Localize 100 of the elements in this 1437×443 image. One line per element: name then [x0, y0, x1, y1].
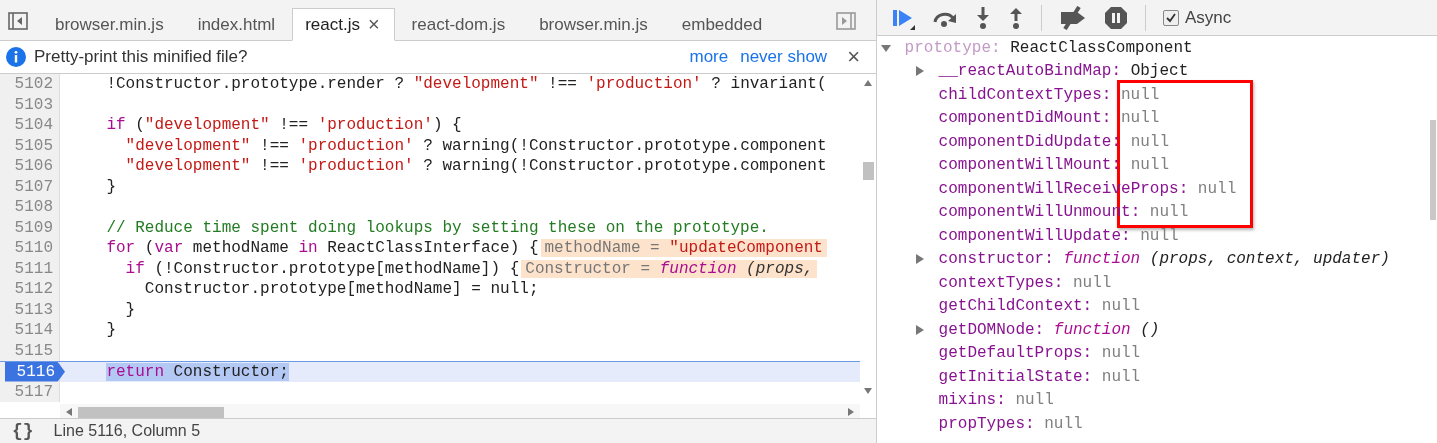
code-text: (!Constructor.prototype[methodName]) {	[153, 259, 520, 278]
property-name: componentWillUpdate:	[938, 226, 1131, 245]
property-value: null	[1121, 109, 1160, 128]
code-text: ReactClassInterface) {	[326, 239, 539, 258]
line-number: 5103	[14, 95, 54, 114]
code-text: Constructor;	[164, 362, 289, 381]
close-icon[interactable]: ×	[847, 44, 860, 70]
info-message: Pretty-print this minified file?	[34, 47, 248, 67]
scroll-down-icon[interactable]	[864, 388, 872, 394]
line-number: 5113	[14, 300, 54, 319]
string-literal: 'production'	[317, 116, 433, 135]
property-value: null	[1149, 203, 1189, 222]
string-literal: 'production'	[586, 75, 702, 94]
code-text: ? warning(!Constructor.prototype.component	[422, 157, 827, 176]
line-number: 5108	[14, 198, 54, 217]
navigator-toggle-icon[interactable]	[8, 11, 28, 31]
checkmark-icon	[1165, 11, 1177, 24]
property-value: null	[1197, 179, 1237, 198]
code-text: }	[124, 300, 136, 319]
line-number: 5116	[4, 362, 65, 382]
property-value: function	[1053, 320, 1131, 339]
code-text: ? invariant(	[710, 75, 827, 94]
string-literal: "development"	[124, 136, 251, 155]
scroll-thumb[interactable]	[78, 406, 224, 418]
line-number: 5107	[14, 177, 54, 196]
property-value: null	[1121, 85, 1160, 104]
property-value: null	[1101, 344, 1141, 363]
step-into-icon[interactable]	[975, 5, 991, 30]
file-tab[interactable]: browser.min.js	[522, 8, 665, 41]
async-checkbox[interactable]: Async	[1163, 7, 1232, 28]
property-name: getInitialState:	[938, 367, 1093, 386]
line-number: 5115	[14, 341, 54, 360]
code-text: (	[143, 239, 155, 258]
scroll-right-icon[interactable]	[848, 408, 854, 416]
function-signature: ()	[1140, 320, 1160, 339]
sidebar-toggle-icon[interactable]	[836, 11, 856, 31]
code-text: }	[105, 177, 116, 196]
keyword: if	[105, 116, 126, 135]
scroll-thumb[interactable]	[862, 162, 874, 180]
string-literal: "development"	[413, 75, 539, 94]
property-value: null	[1130, 156, 1170, 175]
line-number: 5105	[14, 136, 54, 155]
file-tab[interactable]: react-dom.js	[394, 8, 523, 41]
line-number: 5102	[14, 75, 54, 94]
pause-icon[interactable]	[1104, 5, 1128, 30]
line-number: 5106	[14, 157, 54, 176]
keyword: in	[298, 239, 318, 258]
function-signature: (props, context, updater)	[1149, 250, 1390, 269]
expand-arrow-icon[interactable]	[881, 42, 891, 53]
deactivate-breakpoints-icon[interactable]	[1059, 5, 1087, 30]
string-literal: "development"	[124, 157, 251, 176]
file-tab[interactable]: react.js ×	[292, 8, 395, 41]
expand-arrow-icon[interactable]	[915, 66, 925, 77]
scroll-up-icon[interactable]	[864, 80, 872, 86]
line-number: 5112	[14, 280, 54, 299]
inline-value: methodName = "updateComponent	[540, 239, 827, 258]
line-number: 5117	[14, 382, 54, 401]
step-out-icon[interactable]	[1008, 5, 1024, 30]
file-tab[interactable]: index.html	[180, 8, 293, 41]
property-value: null	[1015, 391, 1054, 410]
property-name: constructor:	[938, 250, 1054, 269]
close-icon[interactable]: ×	[367, 13, 380, 36]
scroll-left-icon[interactable]	[66, 408, 72, 416]
property-value: null	[1073, 273, 1112, 292]
property-name: mixins:	[938, 391, 1006, 410]
keyword: if	[124, 259, 145, 278]
info-link[interactable]: never show	[740, 47, 828, 67]
code-text: Constructor.prototype[methodName] = null;	[143, 280, 539, 299]
pretty-print-button[interactable]: {}	[12, 421, 34, 441]
code-text: !==	[278, 116, 310, 135]
property-name: componentDidMount:	[938, 109, 1112, 128]
expand-arrow-icon[interactable]	[915, 254, 925, 265]
info-icon	[6, 47, 26, 67]
expand-arrow-icon[interactable]	[915, 324, 925, 335]
property-name: propTypes:	[938, 414, 1035, 433]
property-value: function	[1063, 250, 1141, 269]
string-literal: 'production'	[298, 157, 414, 176]
scrollbar[interactable]	[60, 404, 860, 418]
property-value: Object	[1130, 62, 1189, 81]
code-text: methodName	[191, 239, 290, 258]
code-text: ? warning(!Constructor.prototype.component	[422, 136, 827, 155]
code-text: !==	[259, 157, 290, 176]
property-name: getDOMNode:	[938, 320, 1045, 339]
property-name: __reactAutoBindMap:	[938, 62, 1122, 81]
keyword: var	[154, 239, 184, 258]
keyword: for	[105, 239, 136, 258]
code-comment: // Reduce time spent doing lookups by setting these on the prototype.	[105, 218, 769, 237]
scrollbar[interactable]	[1430, 120, 1436, 220]
inline-value: Constructor = function (props,	[521, 259, 818, 278]
line-number: 5111	[14, 259, 54, 278]
property-name: getDefaultProps:	[938, 344, 1093, 363]
cursor-position: Line 5116, Column 5	[53, 422, 201, 440]
string-literal: 'production'	[298, 136, 414, 155]
property-value: null	[1044, 414, 1083, 433]
file-tab[interactable]: embedded	[664, 8, 780, 41]
line-number: 5109	[14, 218, 54, 237]
code-text: ) {	[432, 116, 462, 135]
info-link[interactable]: more	[689, 47, 729, 67]
property-name: getChildContext:	[938, 297, 1093, 316]
file-tab[interactable]: browser.min.js	[38, 8, 181, 41]
